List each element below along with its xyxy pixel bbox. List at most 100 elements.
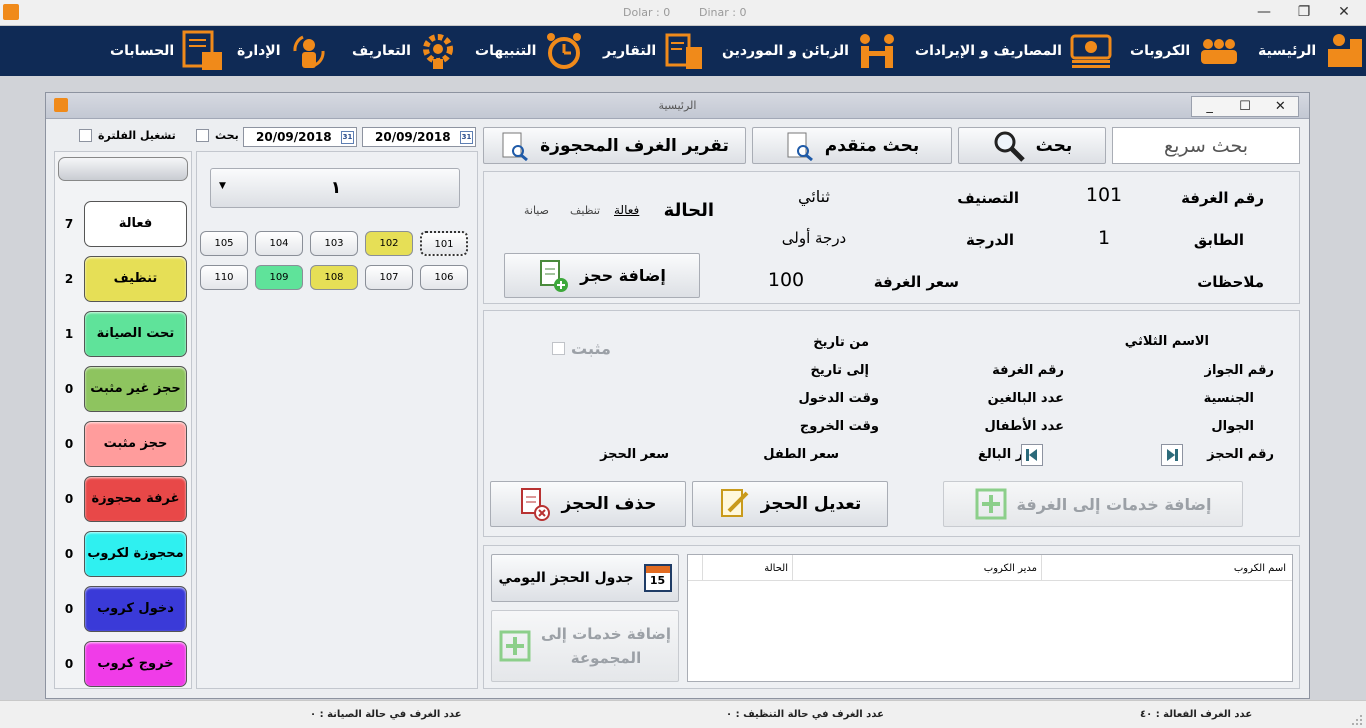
menu-definitions[interactable]: التعاريف: [352, 26, 457, 76]
floor-value: 1: [1097, 227, 1111, 249]
menu-definitions-label: التعاريف: [352, 43, 411, 59]
filter-toggle-button[interactable]: [58, 157, 188, 181]
status-active-option[interactable]: فعالة: [614, 203, 639, 217]
search-filter-label: بحث: [215, 129, 239, 142]
search-filter-checkbox[interactable]: [196, 129, 209, 142]
room-number-field-label: رقم الغرفة: [992, 363, 1064, 378]
legend-status-button[interactable]: تحت الصيانة: [84, 311, 187, 357]
room-tile[interactable]: 107: [365, 265, 413, 290]
room-tile[interactable]: 101: [420, 231, 468, 256]
menu-accounts[interactable]: الحسابات: [110, 26, 224, 76]
delete-booking-button[interactable]: حذف الحجز: [490, 481, 686, 527]
add-services-room-button[interactable]: إضافة خدمات إلى الغرفة: [943, 481, 1243, 527]
skip-first-icon[interactable]: [1021, 444, 1043, 466]
search-icon: [994, 131, 1025, 162]
menu-admin[interactable]: الإدارة: [237, 26, 329, 76]
groups-table[interactable]: الحالة مدير الكروب اسم الكروب: [687, 554, 1293, 682]
full-name-label: الاسم الثلاثي: [1124, 334, 1209, 349]
room-tile[interactable]: 104: [255, 231, 303, 256]
home-icon: [1328, 34, 1363, 67]
calendar-icon[interactable]: 31: [460, 131, 473, 144]
legend-status-button[interactable]: خروج كروب: [84, 641, 187, 687]
header-group-manager[interactable]: مدير الكروب: [792, 555, 1042, 581]
menu-alerts-label: التنبيهات: [475, 43, 537, 59]
floor-select-value: ١: [330, 178, 342, 198]
add-booking-label: إضافة حجز: [580, 266, 666, 285]
date-from-value: 20/09/2018: [256, 130, 332, 144]
groups-panel: جدول الحجز اليومي 15 إضافة خدمات إلى الم…: [483, 545, 1300, 689]
header-group-name[interactable]: اسم الكروب: [1042, 555, 1292, 581]
add-booking-button[interactable]: إضافة حجز: [504, 253, 700, 298]
app-titlebar: Dolar : 0 Dinar : 0 — ❐ ✕: [0, 0, 1366, 26]
room-tile[interactable]: 110: [200, 265, 248, 290]
child-close-button[interactable]: ✕: [1263, 97, 1298, 116]
room-tile[interactable]: 105: [200, 231, 248, 256]
room-number-label: رقم الغرفة: [1181, 189, 1264, 207]
advanced-search-button[interactable]: بحث متقدم: [752, 127, 952, 164]
resize-grip-icon[interactable]: [1350, 713, 1364, 727]
daily-schedule-label: جدول الحجز اليومي: [498, 570, 634, 586]
legend-count: 0: [64, 492, 74, 506]
legend-status-button[interactable]: غرفة محجوزة: [84, 476, 187, 522]
legend-status-button[interactable]: فعالة: [84, 201, 187, 247]
booking-price-label: سعر الحجز: [600, 447, 669, 462]
legend-status-button[interactable]: دخول كروب: [84, 586, 187, 632]
room-tile[interactable]: 103: [310, 231, 358, 256]
booking-number-label: رقم الحجز: [1207, 447, 1274, 462]
menu-expenses-label: المصاريف و الإيرادات: [915, 43, 1062, 59]
document-search-icon: [787, 132, 813, 161]
run-filter-checkbox[interactable]: [79, 129, 92, 142]
legend-status-button[interactable]: تنظيف: [84, 256, 187, 302]
menu-expenses[interactable]: المصاريف و الإيرادات: [915, 26, 1112, 76]
legend-status-button[interactable]: حجز غير مثبت: [84, 366, 187, 412]
status-cleaning-option[interactable]: تنظيف: [570, 204, 600, 217]
search-button[interactable]: بحث: [958, 127, 1106, 164]
close-button[interactable]: ✕: [1324, 0, 1364, 25]
restore-button[interactable]: ❐: [1284, 0, 1324, 25]
legend-status-button[interactable]: محجوزة لكروب: [84, 531, 187, 577]
legend-count: 0: [64, 657, 74, 671]
reports-icon: [665, 33, 703, 69]
child-maximize-button[interactable]: ☐: [1227, 97, 1262, 116]
admin-icon: [293, 35, 325, 68]
date-to-value: 20/09/2018: [375, 130, 451, 144]
confirmed-checkbox[interactable]: [552, 342, 565, 355]
legend-count: 0: [64, 437, 74, 451]
status-maintenance-option[interactable]: صيانة: [524, 204, 549, 217]
header-status[interactable]: الحالة: [702, 555, 792, 581]
room-tile[interactable]: 108: [310, 265, 358, 290]
active-rooms-count: عدد الغرف الفعالة : ٤٠: [1140, 709, 1253, 720]
document-search-icon: [502, 132, 529, 161]
menu-reports[interactable]: التقارير: [603, 26, 704, 76]
quick-search-input[interactable]: بحث سريع: [1112, 127, 1300, 164]
accounts-icon: [182, 30, 223, 70]
confirmed-label: مثبت: [571, 339, 611, 358]
reserved-rooms-report-button[interactable]: تقرير الغرف المحجوزة: [483, 127, 746, 164]
daily-schedule-button[interactable]: جدول الحجز اليومي 15: [491, 554, 679, 602]
date-from-field[interactable]: 20/09/2018 31: [243, 127, 357, 147]
menu-groups[interactable]: الكروبات: [1130, 26, 1240, 76]
room-tile[interactable]: 102: [365, 231, 413, 256]
child-price-label: سعر الطفل: [763, 447, 839, 462]
add-services-group-label: إضافة خدمات إلى المجموعة: [541, 622, 671, 670]
menu-home[interactable]: الرئيسية: [1258, 26, 1366, 76]
legend-status-button[interactable]: حجز مثبت: [84, 421, 187, 467]
room-tile[interactable]: 109: [255, 265, 303, 290]
legend-count: 7: [64, 217, 74, 231]
date-to-field[interactable]: 20/09/2018 31: [362, 127, 476, 147]
add-services-group-button[interactable]: إضافة خدمات إلى المجموعة: [491, 610, 679, 682]
room-tile[interactable]: 106: [420, 265, 468, 290]
alarm-icon: [547, 33, 582, 69]
menu-customers[interactable]: الزبائن و الموردين: [722, 26, 897, 76]
grade-label: الدرجة: [966, 231, 1014, 249]
floor-select[interactable]: ▼ ١: [210, 168, 460, 208]
delete-document-icon: [521, 488, 551, 521]
add-services-group-line-1: إضافة خدمات إلى: [540, 625, 672, 643]
skip-last-icon[interactable]: [1161, 444, 1183, 466]
minimize-button[interactable]: —: [1244, 0, 1284, 25]
menu-alerts[interactable]: التنبيهات: [475, 26, 584, 76]
child-minimize-button[interactable]: _: [1192, 97, 1227, 116]
calendar-icon[interactable]: 31: [341, 131, 354, 144]
edit-booking-button[interactable]: تعديل الحجز: [692, 481, 888, 527]
children-count-label: عدد الأطفال: [984, 419, 1065, 434]
